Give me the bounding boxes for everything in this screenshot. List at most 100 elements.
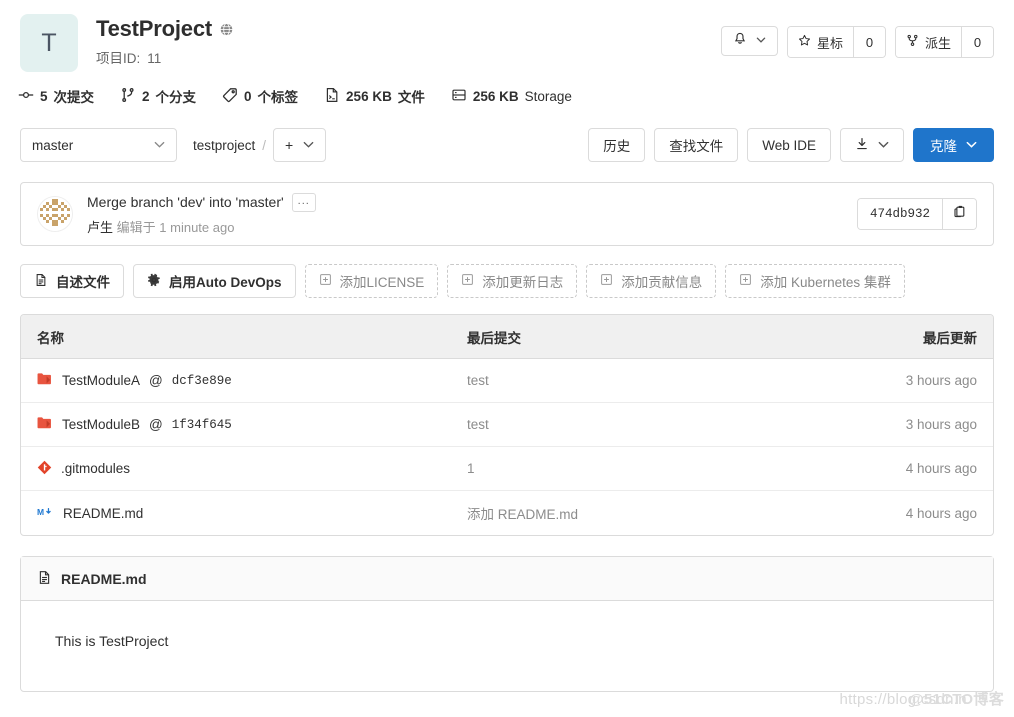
commit-time: 1 minute ago xyxy=(159,219,235,235)
readme-filename[interactable]: README.md xyxy=(61,571,147,587)
quick-action-add-kubernetes[interactable]: 添加 Kubernetes 集群 xyxy=(725,264,905,298)
stat-branches[interactable]: 2 个分支 xyxy=(120,86,196,106)
quick-action-add-license-label: 添加LICENSE xyxy=(339,275,425,290)
gear-icon xyxy=(147,273,161,290)
file-name-cell[interactable]: .gitmodules xyxy=(37,460,467,478)
project-stats-row: 5 次提交 2 个分支 0 个标签 256 KB 文件 256 KB Stora… xyxy=(0,72,1014,106)
commit-author[interactable]: 卢生 xyxy=(87,220,113,235)
project-title-row: TestProject xyxy=(96,16,721,42)
stat-commits-label: 次提交 xyxy=(53,90,95,105)
table-row[interactable]: .gitmodules 1 4 hours ago xyxy=(21,447,993,491)
clone-button[interactable]: 克隆 xyxy=(913,128,994,162)
stat-branches-label: 个分支 xyxy=(155,90,197,105)
fork-icon xyxy=(906,34,919,50)
file-name: TestModuleA xyxy=(62,373,141,388)
table-row[interactable]: M README.md 添加 README.md 4 hours ago xyxy=(21,491,993,535)
clipboard-icon xyxy=(952,204,967,224)
commit-title[interactable]: Merge branch 'dev' into 'master' xyxy=(87,194,284,210)
file-last-commit[interactable]: test xyxy=(467,373,827,388)
file-name-cell[interactable]: TestModuleB @ 1f34f645 xyxy=(37,416,467,433)
star-count[interactable]: 0 xyxy=(852,27,885,57)
fork-count[interactable]: 0 xyxy=(961,27,993,57)
stat-tags-label: 个标签 xyxy=(257,90,299,105)
stat-tags-value: 0 xyxy=(244,88,252,104)
plus-square-icon xyxy=(739,273,752,289)
submodule-at: @ xyxy=(149,373,163,388)
history-button[interactable]: 历史 xyxy=(588,128,646,162)
branch-icon xyxy=(120,87,136,106)
file-last-commit[interactable]: test xyxy=(467,417,827,432)
branch-selector[interactable]: master xyxy=(20,128,177,162)
readme-content: This is TestProject xyxy=(21,601,993,691)
column-header-last-update: 最后更新 xyxy=(923,330,977,346)
submodule-at: @ xyxy=(149,417,163,432)
quick-action-auto-devops[interactable]: 启用Auto DevOps xyxy=(133,264,296,298)
table-row[interactable]: TestModuleA @ dcf3e89e test 3 hours ago xyxy=(21,359,993,403)
file-last-commit[interactable]: 添加 README.md xyxy=(467,503,827,523)
breadcrumb: testproject / + xyxy=(193,128,327,162)
plus-square-icon xyxy=(600,273,613,289)
stat-storage[interactable]: 256 KB Storage xyxy=(451,87,572,106)
quick-action-add-kubernetes-label: 添加 Kubernetes 集群 xyxy=(760,275,891,290)
submodule-sha: 1f34f645 xyxy=(171,417,232,432)
star-button[interactable]: 星标 xyxy=(787,27,853,57)
file-last-commit[interactable]: 1 xyxy=(467,461,827,476)
copy-sha-button[interactable] xyxy=(942,199,976,229)
branch-selector-value: master xyxy=(32,137,74,153)
stat-commits-value: 5 xyxy=(40,88,48,104)
commit-body: Merge branch 'dev' into 'master' ... 卢生 … xyxy=(87,192,857,236)
project-title-block: TestProject 项目ID: 11 xyxy=(96,14,721,67)
star-button-group[interactable]: 星标 0 xyxy=(786,26,886,58)
web-ide-button-label: Web IDE xyxy=(762,137,816,153)
file-name: README.md xyxy=(63,505,144,521)
add-to-tree-button[interactable]: + xyxy=(273,128,327,162)
find-file-button-label: 查找文件 xyxy=(669,139,724,154)
file-name: TestModuleB xyxy=(62,417,141,432)
notification-dropdown-button[interactable] xyxy=(720,26,778,56)
commit-title-row: Merge branch 'dev' into 'master' ... xyxy=(87,192,857,212)
file-name-cell[interactable]: TestModuleA @ dcf3e89e xyxy=(37,372,467,389)
chevron-down-icon xyxy=(878,138,889,153)
stat-files[interactable]: 256 KB 文件 xyxy=(324,86,425,106)
download-dropdown-button[interactable] xyxy=(840,128,904,162)
file-last-update: 4 hours ago xyxy=(905,461,977,476)
quick-action-add-changelog[interactable]: 添加更新日志 xyxy=(447,264,578,298)
quick-action-add-changelog-label: 添加更新日志 xyxy=(482,275,564,290)
column-header-name: 名称 xyxy=(37,330,64,346)
breadcrumb-root[interactable]: testproject xyxy=(193,138,255,153)
markdown-file-icon: M xyxy=(37,506,54,521)
find-file-button[interactable]: 查找文件 xyxy=(654,128,739,162)
readme-header: README.md xyxy=(21,557,993,601)
commit-expand-button[interactable]: ... xyxy=(291,192,316,212)
stat-storage-label: Storage xyxy=(524,88,572,104)
fork-button-group[interactable]: 派生 0 xyxy=(894,26,994,58)
history-button-label: 历史 xyxy=(603,139,631,154)
submodule-sha: dcf3e89e xyxy=(171,373,232,388)
globe-icon xyxy=(219,22,234,37)
chevron-down-icon xyxy=(303,137,314,153)
file-tree-table: 名称 最后提交 最后更新 TestModuleA @ dcf3e89e test… xyxy=(20,314,994,536)
stat-commits[interactable]: 5 次提交 xyxy=(18,86,94,106)
fork-label: 派生 xyxy=(924,35,951,51)
git-file-icon xyxy=(37,460,52,478)
stat-tags[interactable]: 0 个标签 xyxy=(222,86,298,106)
project-id-value: 11 xyxy=(147,51,162,66)
table-row[interactable]: TestModuleB @ 1f34f645 test 3 hours ago xyxy=(21,403,993,447)
file-name-cell[interactable]: M README.md xyxy=(37,506,467,521)
clone-button-label: 克隆 xyxy=(930,139,957,154)
watermark-url: https://blog.csdn.n xyxy=(839,691,967,708)
quick-action-add-contribution[interactable]: 添加贡献信息 xyxy=(586,264,717,298)
submodule-folder-icon xyxy=(37,416,53,433)
fork-button[interactable]: 派生 xyxy=(895,27,961,57)
chevron-down-icon xyxy=(154,138,165,153)
quick-action-readme[interactable]: 自述文件 xyxy=(20,264,124,298)
project-header: T TestProject 项目ID: 11 星标 0 派生 0 xyxy=(0,0,1014,72)
header-actions: 星标 0 派生 0 xyxy=(720,14,994,58)
commit-sha[interactable]: 474db932 xyxy=(857,199,942,229)
chevron-down-icon xyxy=(756,32,766,50)
project-avatar: T xyxy=(20,14,78,72)
quick-action-add-contribution-label: 添加贡献信息 xyxy=(621,275,703,290)
web-ide-button[interactable]: Web IDE xyxy=(747,128,831,162)
stat-files-value: 256 KB xyxy=(346,88,392,104)
quick-action-add-license[interactable]: 添加LICENSE xyxy=(304,264,439,298)
